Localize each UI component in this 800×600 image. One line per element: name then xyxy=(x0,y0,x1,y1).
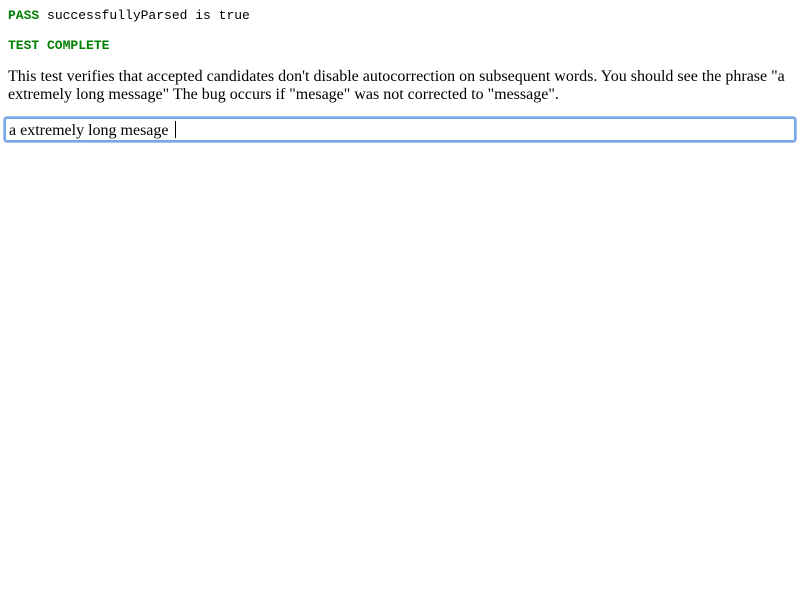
pass-label: PASS xyxy=(8,8,40,23)
editable-text-value[interactable]: a extremely long mesage xyxy=(9,121,176,140)
test-complete-label: TEST COMPLETE xyxy=(8,38,110,53)
pass-message: successfullyParsed is true xyxy=(39,8,250,23)
editable-text-field[interactable]: a extremely long mesage xyxy=(4,117,796,142)
test-complete-line: TEST COMPLETE xyxy=(8,38,109,54)
text-cursor xyxy=(174,121,176,138)
pass-line: PASS successfullyParsed is true xyxy=(8,8,250,24)
editable-text-content: a extremely long mesage xyxy=(9,122,173,139)
test-description: This test verifies that accepted candida… xyxy=(8,68,785,103)
